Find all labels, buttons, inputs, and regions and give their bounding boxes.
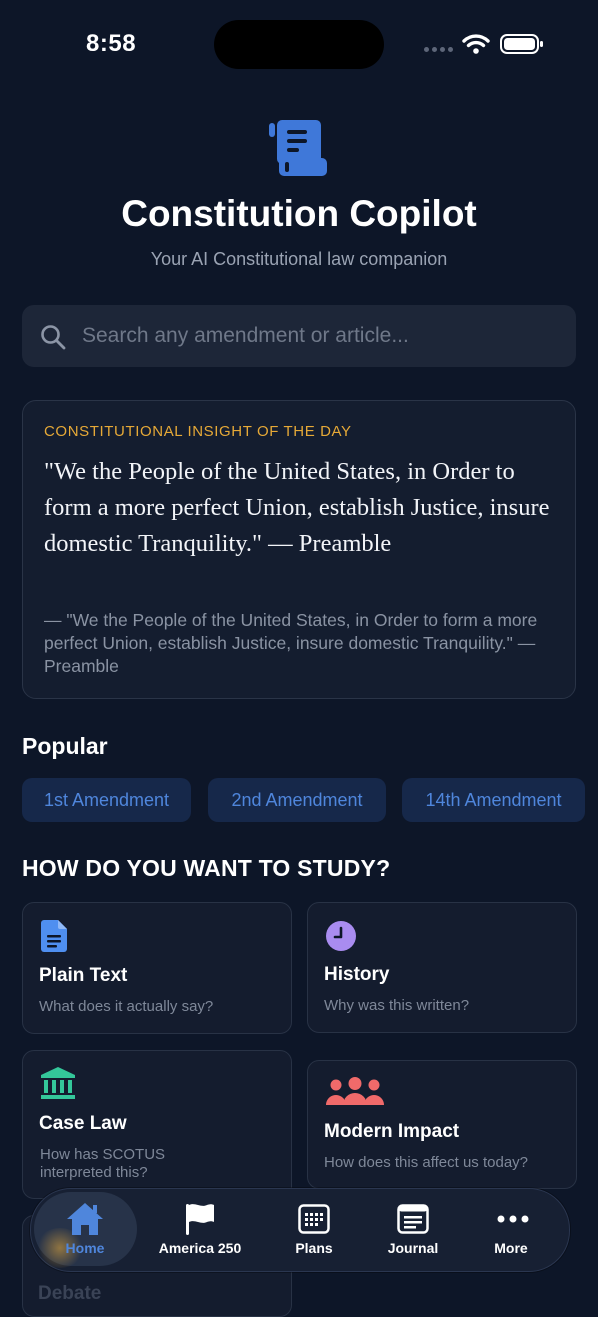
chip-2nd-amendment[interactable]: 2nd Amendment [208,778,386,822]
card-title-case-law: Case Law [39,1113,127,1134]
document-icon [41,920,67,952]
journal-icon [397,1204,429,1234]
clock-icon [326,921,356,951]
people-icon [326,1077,384,1105]
app-subtitle: Your AI Constitutional law companion [150,249,448,269]
scroll-icon [269,120,327,176]
card-title-plain-text: Plain Text [39,965,128,986]
search-icon [41,325,66,350]
battery-icon [500,34,543,54]
chip-1st-amendment[interactable]: 1st Amendment [22,778,191,822]
card-title-modern-impact: Modern Impact [324,1121,460,1142]
chip-14th-amendment[interactable]: 14th Amendment [402,778,585,822]
status-time: 8:58 [86,30,137,57]
wifi-icon [462,34,490,54]
tab-label-journal: Journal [387,1240,439,1256]
study-heading: HOW DO YOU WANT TO STUDY? [22,855,391,881]
courthouse-icon [41,1067,75,1099]
tab-label-home: Home [65,1240,105,1256]
tab-label-plans: Plans [295,1240,333,1256]
insight-label: CONSTITUTIONAL INSIGHT OF THE DAY [44,423,352,440]
dynamic-island [214,20,384,69]
card-desc-history: Why was this written? [324,997,470,1014]
card-title-debate: Debate [38,1283,102,1304]
popular-heading: Popular [22,733,108,759]
insight-quote: "We the People of the United States, in … [44,458,550,557]
card-title-history: History [324,964,390,985]
card-desc-plain-text: What does it actually say? [39,998,214,1015]
home-icon [67,1203,103,1235]
card-desc-modern-impact: How does this affect us today? [324,1154,529,1171]
card-desc-case-law: How has SCOTUS interpreted this? [40,1146,166,1181]
signal-icon [424,47,453,52]
calendar-icon [298,1204,330,1234]
app-title: Constitution Copilot [121,193,477,234]
flag-icon [186,1204,214,1235]
more-icon [497,1215,529,1223]
search-input[interactable] [82,318,552,354]
insight-attribution: — "We the People of the United States, i… [44,610,538,676]
tab-label-more: More [494,1240,528,1256]
tab-label-america-250: America 250 [158,1240,242,1256]
